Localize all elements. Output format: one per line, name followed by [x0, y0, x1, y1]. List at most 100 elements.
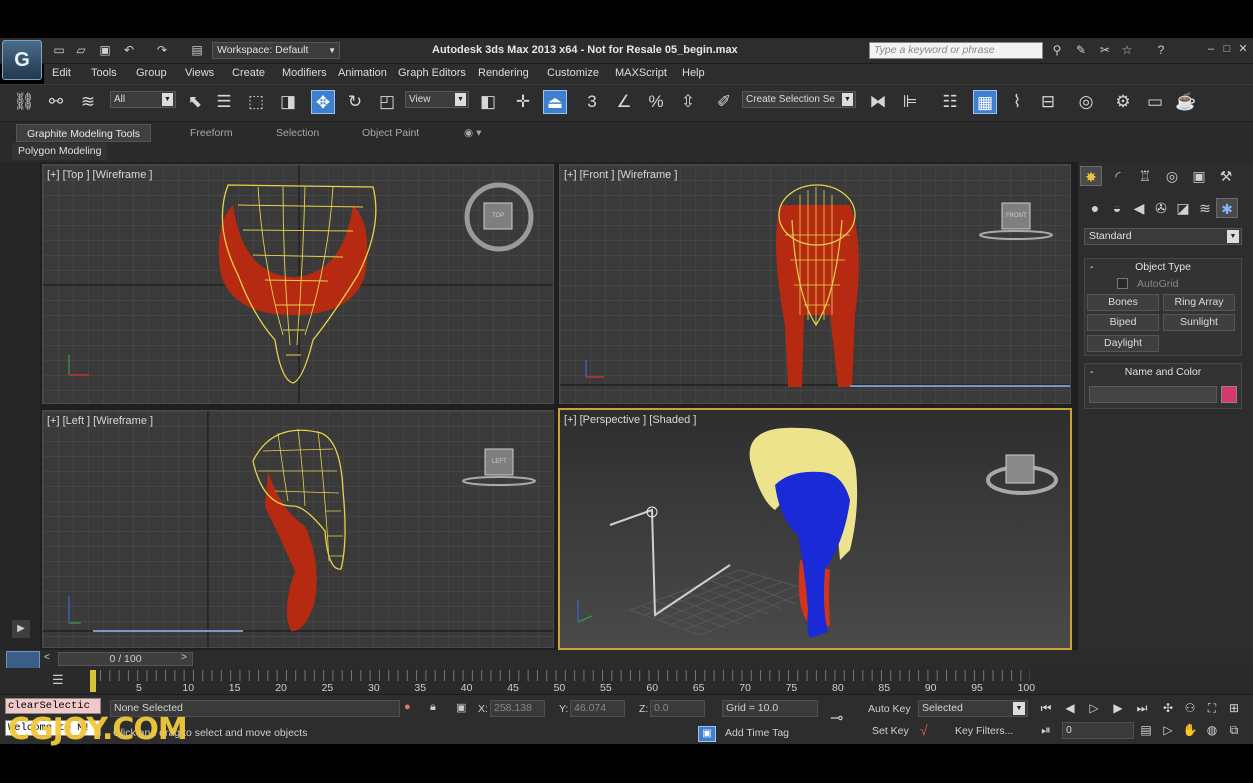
y-coordinate-field[interactable]: 46.074: [570, 700, 625, 717]
workspace-dropdown[interactable]: Workspace: Default ▼: [212, 42, 340, 59]
save-file-icon[interactable]: ▣: [98, 43, 112, 57]
viewcube-label-front[interactable]: FRONT: [1006, 213, 1027, 219]
menu-rendering[interactable]: Rendering: [478, 67, 529, 79]
category-dropdown[interactable]: Standard ▼: [1084, 228, 1242, 245]
auto-key-button[interactable]: Auto Key: [868, 703, 911, 715]
minimize-button[interactable]: –: [1204, 42, 1218, 56]
close-button[interactable]: ✕: [1236, 42, 1250, 56]
favorites-star-icon[interactable]: ☆: [1120, 43, 1134, 57]
previous-frame-icon[interactable]: ◀: [1062, 700, 1078, 716]
x-coordinate-field[interactable]: 258.138: [490, 700, 545, 717]
search-input[interactable]: Type a keyword or phrase: [869, 42, 1043, 59]
graphite-toggle-icon[interactable]: ▦: [973, 90, 997, 114]
select-and-rotate-icon[interactable]: ↻: [343, 90, 367, 114]
viewport-label-front[interactable]: [+] [Front ] [Wireframe ]: [564, 169, 677, 181]
menu-customize[interactable]: Customize: [547, 67, 599, 79]
schematic-view-icon[interactable]: ⊟: [1036, 90, 1060, 114]
go-to-end-icon[interactable]: ⏭: [1134, 700, 1150, 716]
edit-named-selection-icon[interactable]: ✐: [712, 90, 736, 114]
menu-create[interactable]: Create: [232, 67, 265, 79]
ring-array-button[interactable]: Ring Array: [1163, 294, 1235, 311]
menu-maxscript[interactable]: MAXScript: [615, 67, 667, 79]
tab-graphite-modeling-tools[interactable]: Graphite Modeling Tools: [16, 124, 152, 142]
time-slider-prev-icon[interactable]: <: [44, 652, 50, 663]
z-coordinate-field[interactable]: 0.0: [650, 700, 705, 717]
pivot-center-icon[interactable]: ◧: [476, 90, 500, 114]
object-name-input[interactable]: [1089, 386, 1217, 403]
maximize-viewport-icon[interactable]: ⧉: [1226, 722, 1242, 738]
viewport-label-perspective[interactable]: [+] [Perspective ] [Shaded ]: [564, 414, 696, 426]
create-tab-icon[interactable]: ✸: [1080, 166, 1102, 186]
percent-snap-icon[interactable]: %: [644, 90, 668, 114]
menu-animation[interactable]: Animation: [338, 67, 387, 79]
window-crossing-icon[interactable]: ◨: [276, 90, 300, 114]
object-color-swatch[interactable]: [1221, 386, 1237, 403]
next-frame-icon[interactable]: ▶: [1110, 700, 1126, 716]
keyboard-shortcut-override-icon[interactable]: ⏏: [543, 90, 567, 114]
space-warps-icon[interactable]: ≋: [1194, 198, 1216, 218]
zoom-all-icon[interactable]: ⚇: [1182, 700, 1198, 716]
viewport-front[interactable]: [+] [Front ] [Wireframe ] FRONT: [559, 164, 1071, 404]
polygon-modeling-panel[interactable]: Polygon Modeling: [12, 143, 108, 160]
menu-edit[interactable]: Edit: [52, 67, 71, 79]
select-object-icon[interactable]: ⬉: [183, 90, 207, 114]
lock-selection-icon[interactable]: 🔒︎: [430, 701, 436, 714]
mirror-icon[interactable]: ⧓: [866, 90, 890, 114]
geometry-icon[interactable]: ●: [1084, 198, 1106, 218]
project-folder-icon[interactable]: ▤: [190, 43, 204, 57]
selection-filter-dropdown[interactable]: All ▼: [110, 91, 176, 108]
field-of-view-icon[interactable]: ▷: [1160, 722, 1176, 738]
mini-curve-editor-icon[interactable]: ☰: [52, 672, 64, 688]
key-filters-button[interactable]: Key Filters...: [955, 725, 1013, 737]
time-tag-icon[interactable]: ▣: [698, 726, 716, 742]
helpers-icon[interactable]: ◪: [1172, 198, 1194, 218]
time-configuration-icon[interactable]: ▤: [1138, 722, 1154, 738]
viewcube-label-top[interactable]: TOP: [492, 213, 504, 219]
wrench-icon[interactable]: ✎: [1074, 43, 1088, 57]
biped-button[interactable]: Biped: [1087, 314, 1159, 331]
motion-tab-icon[interactable]: ◎: [1161, 166, 1183, 186]
spinner-snap-icon[interactable]: ⇳: [676, 90, 700, 114]
snaps-toggle-icon[interactable]: 3: [580, 90, 604, 114]
menu-group[interactable]: Group: [136, 67, 167, 79]
zoom-icon[interactable]: ✣: [1160, 700, 1176, 716]
tab-object-paint[interactable]: Object Paint: [352, 124, 429, 142]
orbit-icon[interactable]: ◍: [1204, 722, 1220, 738]
open-file-icon[interactable]: ▱: [74, 43, 88, 57]
menu-tools[interactable]: Tools: [91, 67, 117, 79]
menu-modifiers[interactable]: Modifiers: [282, 67, 327, 79]
maximize-button[interactable]: □: [1220, 42, 1234, 56]
angle-snap-icon[interactable]: ∠: [612, 90, 636, 114]
layer-manager-icon[interactable]: ☷: [938, 90, 962, 114]
set-key-curve-icon[interactable]: √: [920, 722, 928, 738]
sunlight-button[interactable]: Sunlight: [1163, 314, 1235, 331]
zoom-extents-all-icon[interactable]: ⊞: [1226, 700, 1242, 716]
time-cursor[interactable]: [90, 670, 96, 692]
time-slider-next-icon[interactable]: >: [181, 652, 193, 666]
absolute-mode-icon[interactable]: ▣: [456, 701, 466, 714]
ribbon-options-icon[interactable]: ◉ ▾: [454, 124, 491, 142]
isolate-icon[interactable]: ●: [404, 701, 411, 713]
binoculars-icon[interactable]: ⚲: [1050, 43, 1064, 57]
viewport-label-left[interactable]: [+] [Left ] [Wireframe ]: [47, 415, 153, 427]
daylight-button[interactable]: Daylight: [1087, 335, 1159, 352]
key-icon[interactable]: ⊸: [830, 708, 843, 728]
reference-coordinate-dropdown[interactable]: View ▼: [405, 91, 469, 108]
key-mode-toggle-icon[interactable]: ⏯: [1038, 722, 1054, 738]
set-key-button[interactable]: Set Key: [872, 725, 909, 737]
app-logo-button[interactable]: G: [2, 40, 42, 80]
render-setup-icon[interactable]: ⚙: [1111, 90, 1135, 114]
named-selection-dropdown[interactable]: Create Selection Se ▼: [742, 91, 856, 108]
viewport-top[interactable]: [+] [Top ] [Wireframe ] TOP: [42, 164, 554, 404]
manipulate-icon[interactable]: ✛: [511, 90, 535, 114]
name-and-color-header[interactable]: - Name and Color: [1085, 364, 1241, 380]
viewport-label-top[interactable]: [+] [Top ] [Wireframe ]: [47, 169, 152, 181]
expand-arrow-icon[interactable]: ▶: [12, 620, 30, 638]
bones-button[interactable]: Bones: [1087, 294, 1159, 311]
shapes-icon[interactable]: ◒: [1106, 198, 1128, 218]
zoom-extents-icon[interactable]: ⛶: [1204, 700, 1220, 716]
viewport-perspective[interactable]: [+] [Perspective ] [Shaded ]: [558, 408, 1072, 650]
pan-view-icon[interactable]: ✋: [1182, 722, 1198, 738]
unlink-icon[interactable]: ⚯: [44, 90, 68, 114]
hierarchy-tab-icon[interactable]: ♖: [1134, 166, 1156, 186]
